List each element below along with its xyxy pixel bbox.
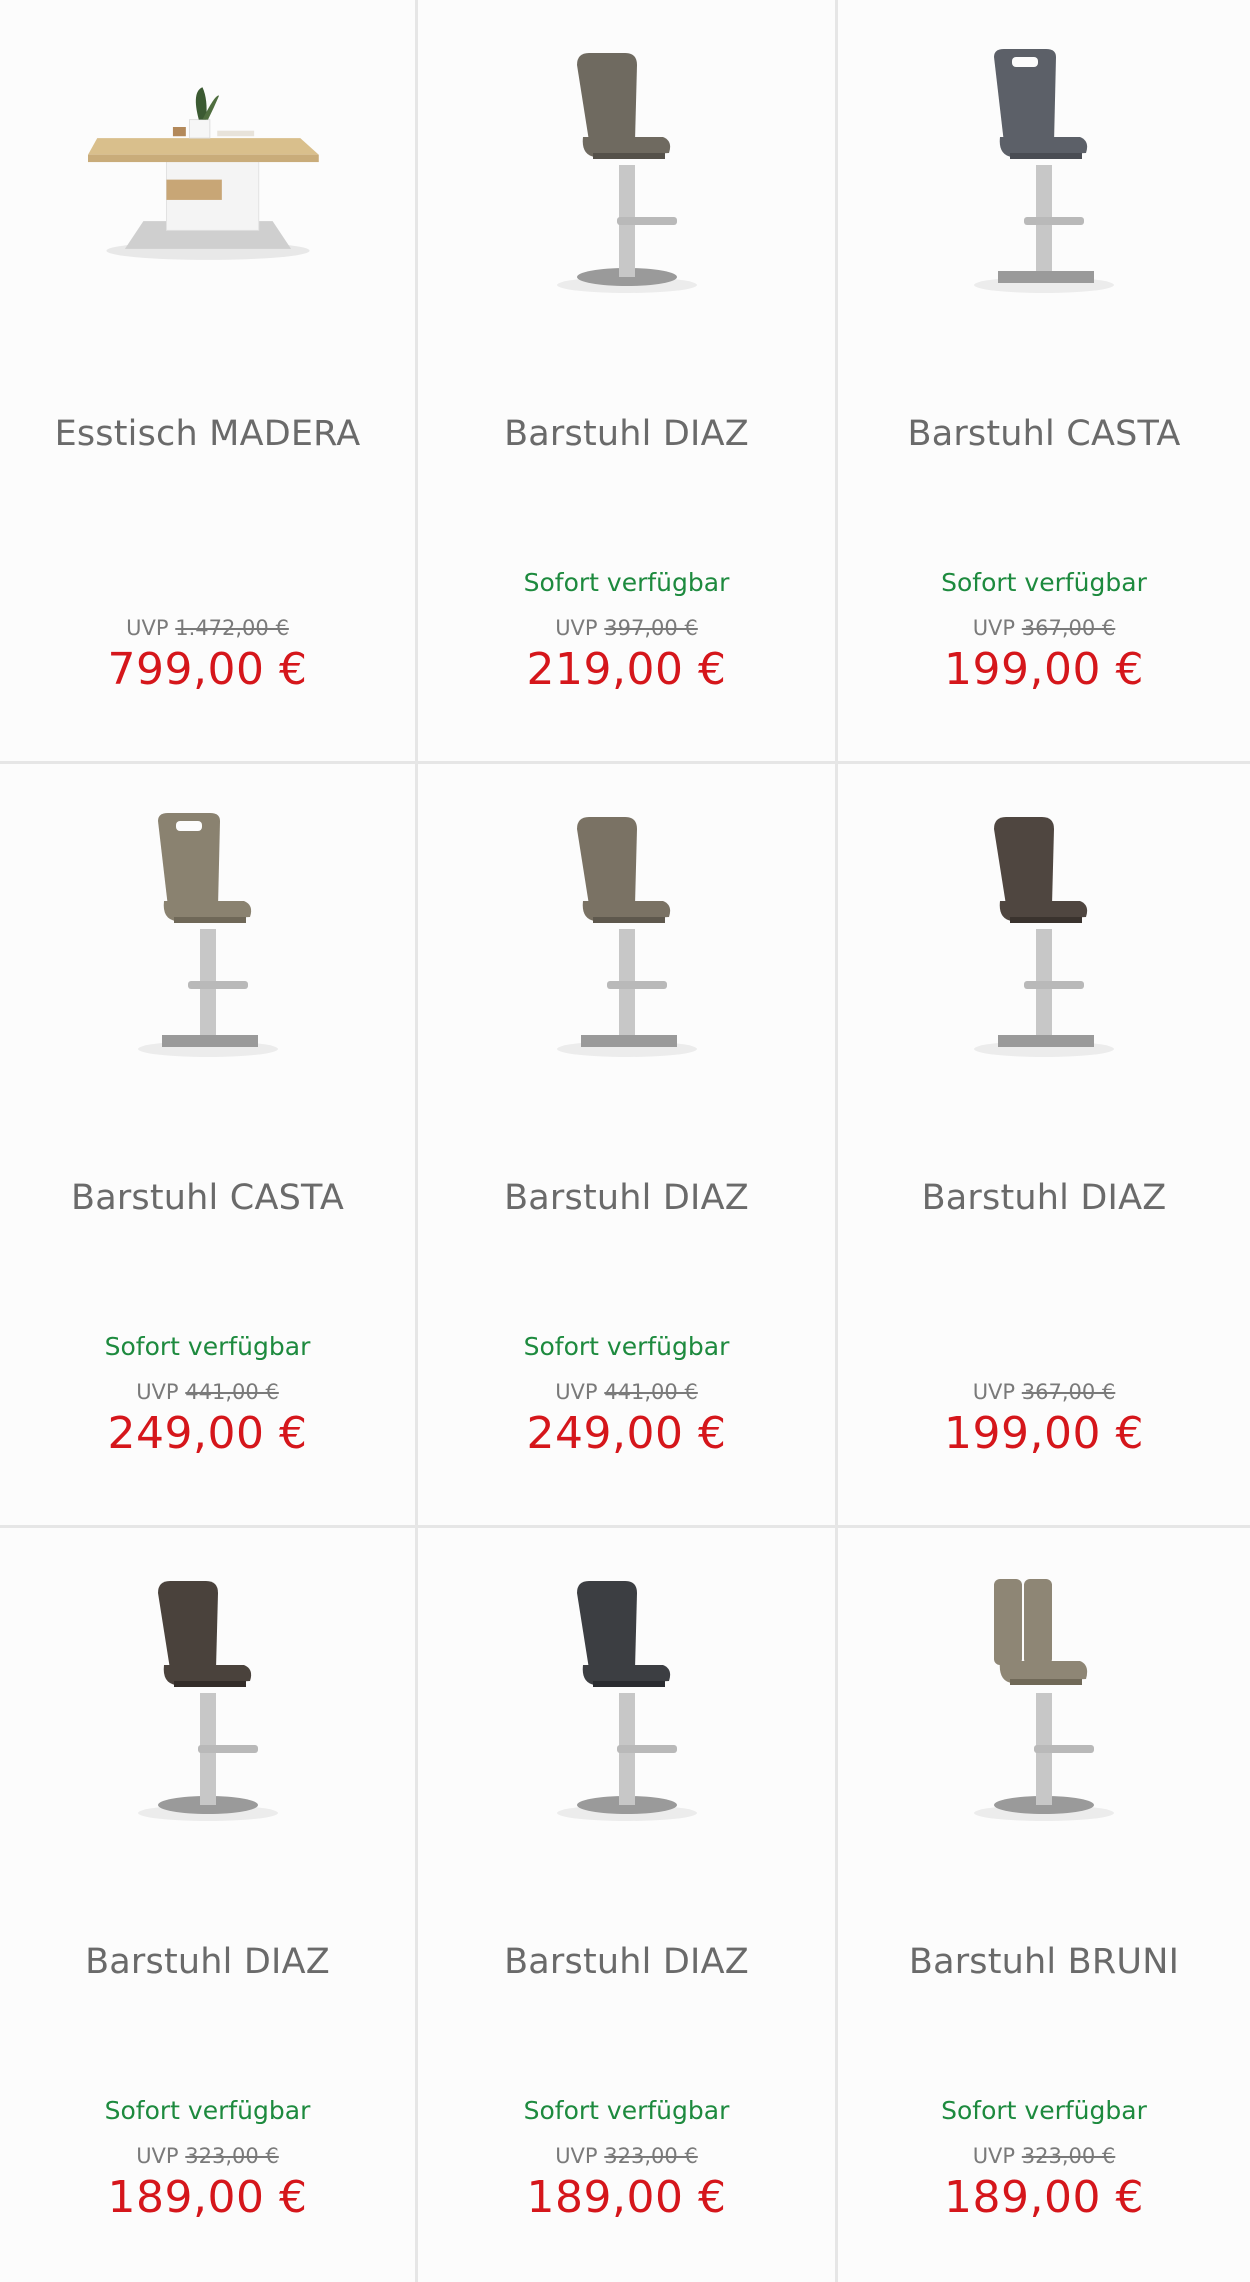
product-image[interactable] (924, 1558, 1164, 1848)
product-card[interactable]: Barstuhl DIAZ Sofort verfügbar UVP 323,0… (0, 1528, 418, 2282)
uvp-old-price: 441,00 € (185, 1380, 279, 1404)
uvp-price: UVP 397,00 € (418, 616, 835, 640)
product-card[interactable]: Barstuhl CASTA Sofort verfügbar UVP 367,… (838, 0, 1250, 764)
product-image[interactable] (924, 794, 1164, 1084)
sale-price: 249,00 € (526, 1408, 727, 1459)
uvp-label: UVP (972, 2144, 1016, 2168)
availability-label: Sofort verfügbar (104, 1332, 311, 1361)
uvp-old-price: 397,00 € (604, 616, 698, 640)
availability-label: Sofort verfügbar (523, 568, 730, 597)
bar-stool-icon (974, 817, 1114, 1057)
bar-stool-icon (137, 813, 278, 1057)
availability-label: Sofort verfügbar (941, 568, 1147, 597)
uvp-old-price: 1.472,00 € (175, 616, 289, 640)
product-image[interactable] (507, 794, 747, 1084)
uvp-price: UVP 323,00 € (838, 2144, 1250, 2168)
bar-stool-icon (974, 49, 1114, 293)
sale-price: 199,00 € (944, 1408, 1144, 1459)
product-card[interactable]: Barstuhl BRUNI Sofort verfügbar UVP 323,… (838, 1528, 1250, 2282)
uvp-price: UVP 1.472,00 € (0, 616, 415, 640)
sale-price: 799,00 € (107, 644, 308, 695)
product-title[interactable]: Barstuhl CASTA (20, 1176, 395, 1220)
product-title[interactable]: Barstuhl DIAZ (438, 412, 815, 456)
product-image[interactable] (507, 30, 747, 320)
uvp-old-price: 323,00 € (185, 2144, 279, 2168)
availability-label: Sofort verfügbar (523, 1332, 730, 1361)
product-image[interactable] (924, 30, 1164, 320)
bar-stool-icon (556, 1581, 697, 1821)
uvp-old-price: 367,00 € (1021, 616, 1116, 640)
uvp-label: UVP (972, 616, 1016, 640)
sale-price: 189,00 € (107, 2172, 308, 2223)
availability-label: Sofort verfügbar (523, 2096, 730, 2125)
uvp-label: UVP (126, 616, 169, 640)
uvp-label: UVP (555, 1380, 598, 1404)
sale-price: 199,00 € (944, 644, 1144, 695)
sale-price: 189,00 € (526, 2172, 727, 2223)
product-image[interactable] (507, 1558, 747, 1848)
uvp-label: UVP (555, 616, 598, 640)
product-image[interactable] (88, 794, 328, 1084)
uvp-label: UVP (972, 1380, 1016, 1404)
uvp-price: UVP 367,00 € (838, 616, 1250, 640)
uvp-old-price: 323,00 € (604, 2144, 698, 2168)
bar-stool-icon (556, 817, 697, 1057)
uvp-label: UVP (136, 1380, 179, 1404)
product-title[interactable]: Barstuhl CASTA (858, 412, 1230, 456)
availability-label: Sofort verfügbar (941, 2096, 1147, 2125)
product-card[interactable]: Barstuhl CASTA Sofort verfügbar UVP 441,… (0, 764, 418, 1528)
product-image[interactable] (87, 30, 328, 320)
product-card[interactable]: Esstisch MADERA UVP 1.472,00 € 799,00 € (0, 0, 418, 764)
product-grid: Esstisch MADERA UVP 1.472,00 € 799,00 € … (0, 0, 1250, 2282)
uvp-label: UVP (136, 2144, 179, 2168)
product-title[interactable]: Barstuhl DIAZ (20, 1940, 395, 1984)
uvp-price: UVP 441,00 € (418, 1380, 835, 1404)
sale-price: 249,00 € (107, 1408, 308, 1459)
availability-label: Sofort verfügbar (104, 2096, 311, 2125)
sale-price: 189,00 € (944, 2172, 1144, 2223)
bar-stool-icon (137, 1581, 278, 1821)
product-title[interactable]: Barstuhl DIAZ (438, 1176, 815, 1220)
bar-stool-icon (556, 53, 697, 293)
uvp-price: UVP 367,00 € (838, 1380, 1250, 1404)
uvp-price: UVP 441,00 € (0, 1380, 415, 1404)
product-card[interactable]: Barstuhl DIAZ UVP 367,00 € 199,00 € (838, 764, 1250, 1528)
uvp-price: UVP 323,00 € (418, 2144, 835, 2168)
product-card[interactable]: Barstuhl DIAZ Sofort verfügbar UVP 397,0… (418, 0, 838, 764)
product-title[interactable]: Barstuhl BRUNI (858, 1940, 1230, 1984)
dining-table-icon (87, 87, 319, 260)
product-title[interactable]: Barstuhl DIAZ (438, 1940, 815, 1984)
uvp-price: UVP 323,00 € (0, 2144, 415, 2168)
product-card[interactable]: Barstuhl DIAZ Sofort verfügbar UVP 323,0… (418, 1528, 838, 2282)
product-title[interactable]: Barstuhl DIAZ (858, 1176, 1230, 1220)
sale-price: 219,00 € (526, 644, 727, 695)
uvp-label: UVP (555, 2144, 598, 2168)
product-title[interactable]: Esstisch MADERA (20, 412, 395, 456)
uvp-old-price: 367,00 € (1021, 1380, 1116, 1404)
uvp-old-price: 323,00 € (1021, 2144, 1116, 2168)
product-card[interactable]: Barstuhl DIAZ Sofort verfügbar UVP 441,0… (418, 764, 838, 1528)
bar-stool-icon (974, 1579, 1114, 1821)
uvp-old-price: 441,00 € (604, 1380, 698, 1404)
product-image[interactable] (88, 1558, 328, 1848)
